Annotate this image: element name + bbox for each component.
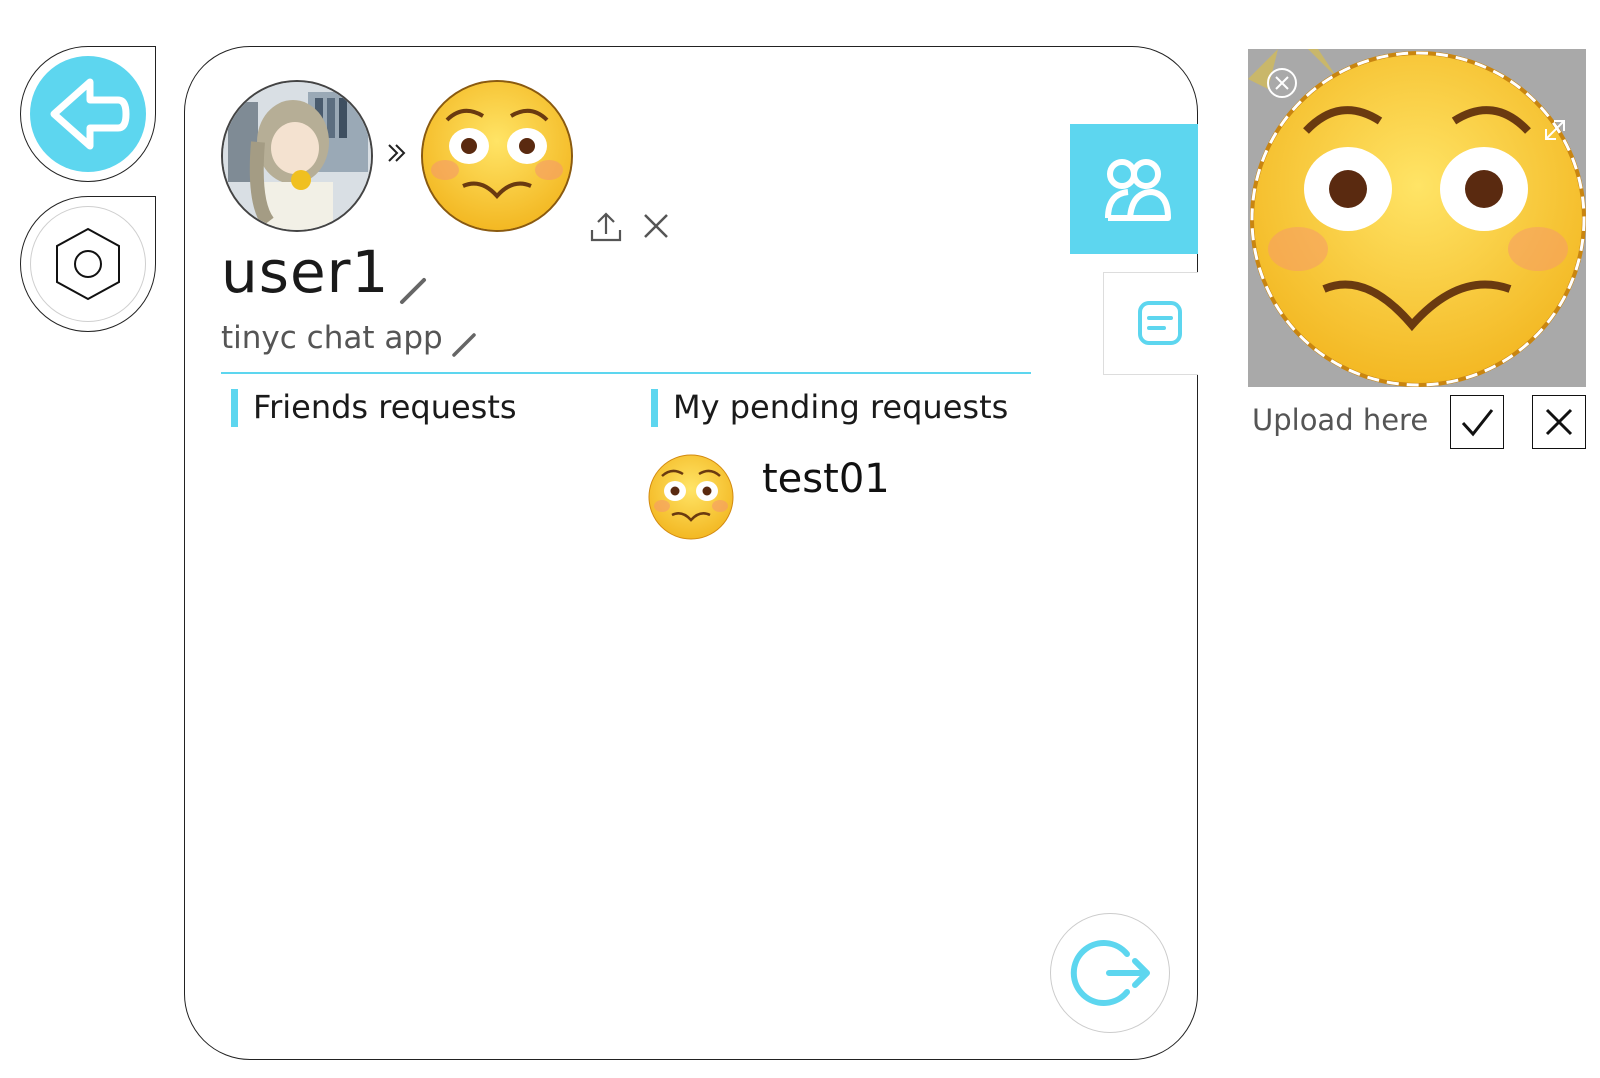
settings-nav-button[interactable] (20, 196, 156, 332)
cancel-upload-button[interactable] (1532, 395, 1586, 449)
users-icon (1105, 159, 1171, 221)
close-icon (1545, 408, 1573, 436)
new-avatar-preview (421, 80, 573, 232)
friends-requests-heading: Friends requests (253, 388, 517, 426)
pending-requests-heading: My pending requests (673, 388, 1009, 426)
tab-chats[interactable] (1103, 272, 1198, 375)
logout-button[interactable] (1050, 913, 1170, 1033)
pending-request-name[interactable]: test01 (762, 456, 890, 502)
status-message: tinyc chat app (221, 320, 443, 356)
current-avatar (221, 80, 373, 232)
back-circle[interactable] (30, 56, 146, 172)
image-crop-area[interactable] (1248, 49, 1586, 387)
check-icon (1461, 409, 1494, 437)
username: user1 (221, 238, 390, 306)
section-marker (231, 389, 238, 427)
arrow-left-icon (50, 78, 130, 150)
resize-handle-icon[interactable] (1540, 115, 1570, 145)
settings-circle[interactable] (30, 206, 146, 322)
remove-image-icon[interactable] (1266, 67, 1298, 99)
pencil-icon[interactable] (451, 332, 477, 358)
tab-contacts[interactable] (1070, 124, 1198, 254)
avatar (648, 454, 734, 540)
chat-bubble-icon (1138, 301, 1182, 345)
pencil-icon[interactable] (398, 276, 428, 306)
hexagon-settings-icon (56, 227, 120, 301)
upload-icon[interactable] (588, 208, 624, 244)
close-icon[interactable] (640, 210, 672, 242)
back-nav-button[interactable] (20, 46, 156, 182)
logout-icon (1070, 940, 1150, 1006)
double-chevron-right-icon (388, 144, 406, 162)
profile-divider (221, 372, 1031, 374)
section-marker (651, 389, 658, 427)
confirm-upload-button[interactable] (1450, 395, 1504, 449)
upload-label: Upload here (1252, 403, 1429, 437)
